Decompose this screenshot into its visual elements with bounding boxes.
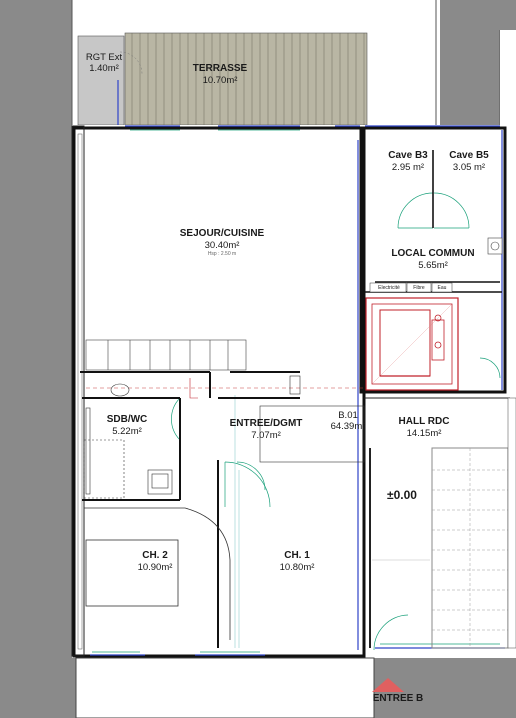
ch2-name: CH. 2 — [142, 550, 168, 561]
cave-b5-label: Cave B5 3.05 m² — [440, 150, 498, 173]
bottom-strip — [75, 657, 375, 718]
terrasse-area: 10.70m² — [202, 75, 238, 86]
rgt-ext-name: RGT Ext — [85, 52, 123, 63]
ch2-area: 10.90m² — [137, 562, 173, 573]
cave-b3-name: Cave B3 — [388, 150, 428, 161]
floor-plan: RGT Ext 1.40m² TERRASSE 10.70m² SEJOUR/C… — [0, 0, 516, 718]
sejour-label: SEJOUR/CUISINE 30.40m² Hsp : 2.50 m — [160, 228, 284, 257]
outside-left — [0, 0, 72, 718]
local-commun-label: LOCAL COMMUN 5.65m² — [383, 248, 483, 271]
level-marker: ±0.00 — [387, 488, 417, 502]
terrasse-name: TERRASSE — [192, 63, 248, 74]
top-strip — [72, 0, 440, 33]
entrance-label: ENTREE B — [372, 693, 424, 704]
hall-label: HALL RDC 14.15m² — [386, 416, 462, 439]
cave-b3-area: 2.95 m² — [391, 162, 425, 173]
cave-b5-area: 3.05 m² — [452, 162, 486, 173]
meter-eau: Eau — [437, 285, 447, 291]
cave-b3-label: Cave B3 2.95 m² — [380, 150, 436, 173]
ch1-name: CH. 1 — [284, 550, 310, 561]
terrasse-label: TERRASSE 10.70m² — [170, 63, 270, 86]
ch2-label: CH. 2 10.90m² — [120, 550, 190, 573]
sejour-height-note: Hsp : 2.50 m — [207, 251, 237, 258]
sdb-area: 5.22m² — [112, 426, 142, 437]
hall-area: 14.15m² — [406, 428, 442, 439]
entree-dgmt-name: ENTREE/DGMT — [229, 418, 303, 429]
entree-dgmt-area: 7.07m² — [251, 430, 281, 441]
cave-b5-name: Cave B5 — [449, 150, 489, 161]
rgt-ext-area: 1.40m² — [89, 63, 119, 75]
local-commun-area: 5.65m² — [418, 260, 448, 271]
sejour-area: 30.40m² — [204, 240, 240, 251]
plan-drawing — [0, 0, 516, 718]
hall-name: HALL RDC — [398, 416, 450, 427]
sejour-name: SEJOUR/CUISINE — [179, 228, 265, 239]
local-commun-name: LOCAL COMMUN — [391, 248, 475, 259]
rgt-ext-box — [77, 35, 125, 126]
ch1-area: 10.80m² — [279, 562, 315, 573]
sdb-name: SDB/WC — [106, 414, 148, 425]
meter-electricite: Electricité — [378, 285, 400, 291]
b01-label: B.01 64.39m² — [322, 410, 374, 433]
entree-dgmt-label: ENTREE/DGMT 7.07m² — [216, 418, 316, 441]
rgt-ext-label: RGT Ext 1.40m² — [82, 52, 126, 75]
meter-fibre: Fibre — [413, 285, 425, 291]
ch1-label: CH. 1 10.80m² — [262, 550, 332, 573]
sdb-label: SDB/WC 5.22m² — [94, 414, 160, 437]
b01-area: 64.39m² — [330, 421, 366, 433]
b01-name: B.01 — [338, 410, 358, 421]
